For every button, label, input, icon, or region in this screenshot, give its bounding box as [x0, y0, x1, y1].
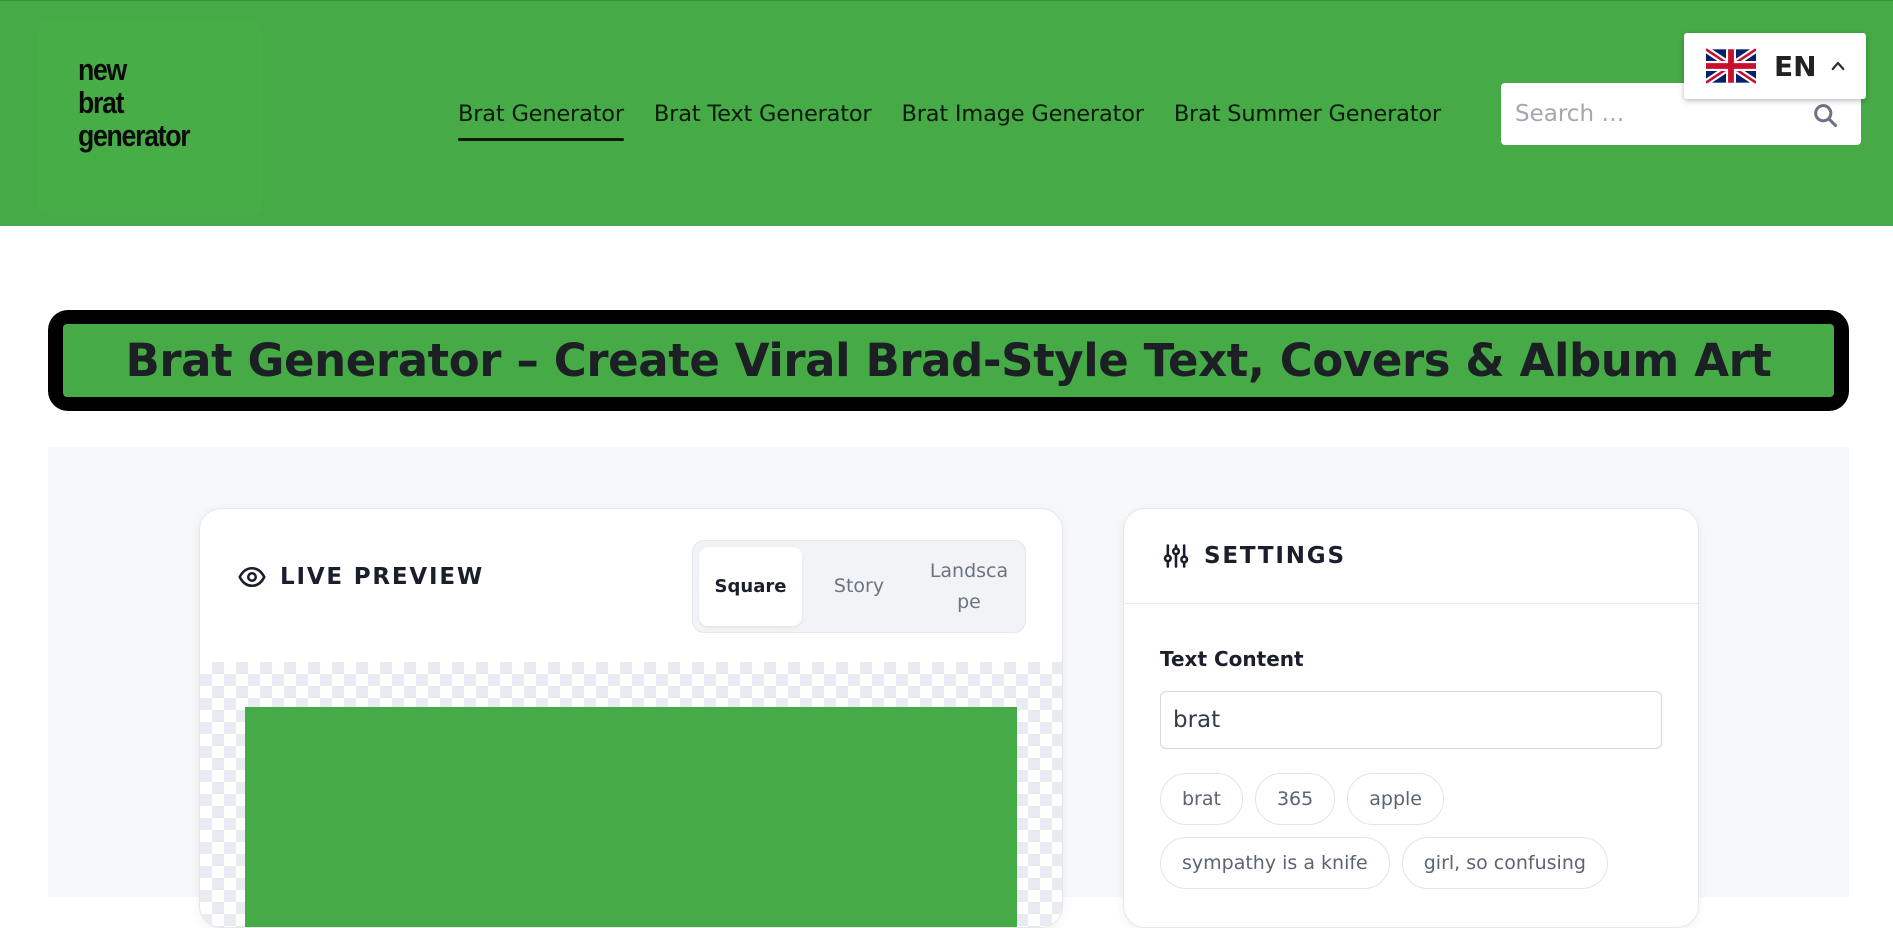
eye-icon [238, 566, 266, 588]
text-content-input[interactable] [1160, 691, 1662, 749]
title-banner: Brat Generator – Create Viral Brad-Style… [48, 310, 1849, 411]
settings-card: SETTINGS Text Content brat 365 apple sym… [1123, 508, 1699, 928]
format-story-button[interactable]: Story [806, 547, 912, 626]
nav-item-brat-text-generator[interactable]: Brat Text Generator [654, 101, 872, 141]
preset-chip-brat[interactable]: brat [1160, 773, 1243, 825]
format-landscape-button[interactable]: Landscape [916, 547, 1022, 626]
search-icon[interactable] [1811, 101, 1839, 129]
page-title: Brat Generator – Create Viral Brad-Style… [125, 334, 1772, 387]
settings-label: SETTINGS [1204, 543, 1346, 569]
language-label: EN [1774, 49, 1817, 83]
preview-canvas [245, 707, 1017, 927]
preset-chip-365[interactable]: 365 [1254, 773, 1336, 825]
nav-item-brat-image-generator[interactable]: Brat Image Generator [901, 101, 1144, 141]
live-preview-label: LIVE PREVIEW [280, 564, 485, 590]
uk-flag-icon [1706, 47, 1756, 85]
chevron-up-icon [1831, 61, 1844, 71]
preset-chip-apple[interactable]: apple [1347, 773, 1444, 825]
live-preview-heading: LIVE PREVIEW [238, 563, 484, 591]
logo-line-2: brat [78, 85, 125, 120]
preset-chip-girl-so-confusing[interactable]: girl, so confusing [1401, 837, 1608, 889]
preset-chips: brat 365 apple sympathy is a knife girl,… [1160, 773, 1680, 889]
sliders-icon [1163, 544, 1189, 568]
logo-line-1: new [78, 52, 127, 87]
logo-line-3: generator [78, 118, 191, 153]
preview-canvas-area [200, 662, 1062, 927]
site-header: new brat generator Brat Generator Brat T… [0, 0, 1893, 226]
preset-chip-sympathy[interactable]: sympathy is a knife [1160, 837, 1390, 889]
language-switcher[interactable]: EN [1684, 33, 1866, 99]
text-content-label: Text Content [1160, 647, 1304, 671]
logo-text: new brat generator [78, 52, 191, 153]
main-nav: Brat Generator Brat Text Generator Brat … [458, 101, 1441, 141]
site-logo[interactable]: new brat generator [38, 21, 263, 216]
format-square-button[interactable]: Square [699, 547, 802, 626]
live-preview-card: LIVE PREVIEW Square Story Landscape [199, 508, 1063, 928]
settings-heading: SETTINGS [1162, 542, 1346, 570]
format-selector: Square Story Landscape [692, 540, 1026, 633]
settings-divider [1124, 603, 1698, 604]
nav-item-brat-generator[interactable]: Brat Generator [458, 101, 624, 141]
nav-item-brat-summer-generator[interactable]: Brat Summer Generator [1174, 101, 1441, 141]
title-banner-inner: Brat Generator – Create Viral Brad-Style… [63, 324, 1834, 397]
